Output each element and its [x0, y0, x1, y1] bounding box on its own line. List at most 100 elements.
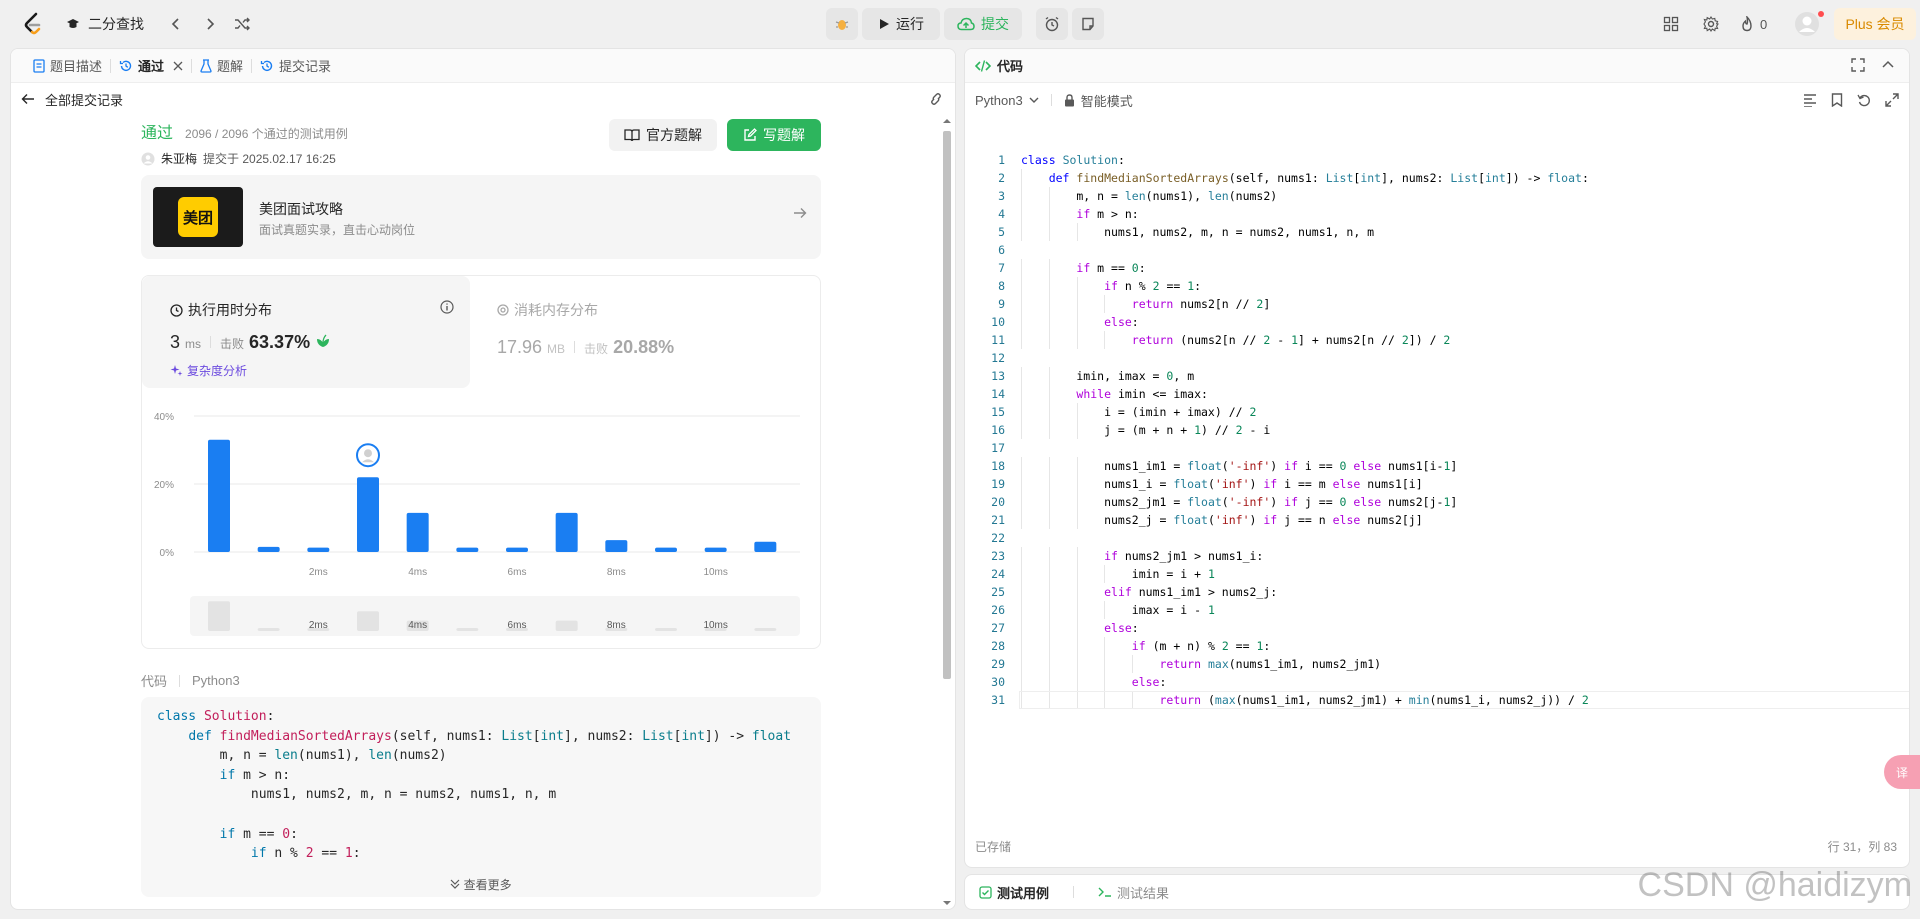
- code-line[interactable]: 1 class Solution:: [965, 151, 1909, 169]
- code-line[interactable]: 15 i = (imin + imax) // 2: [965, 403, 1909, 421]
- status-row: 通过 2096 / 2096 个通过的测试用例: [141, 119, 821, 143]
- notes-button[interactable]: [1072, 8, 1104, 40]
- submit-button[interactable]: 提交: [944, 8, 1022, 40]
- plus-membership-button[interactable]: Plus 会员: [1834, 8, 1916, 40]
- code-line[interactable]: 29 return max(nums1_im1, nums2_jm1): [965, 655, 1909, 673]
- arrow-left-icon[interactable]: [21, 93, 35, 105]
- histogram-bar: [655, 547, 677, 552]
- code-line[interactable]: 25 elif nums1_im1 > nums2_j:: [965, 583, 1909, 601]
- line-number: 4: [998, 207, 1005, 221]
- test-cases-count: 2096 / 2096 个通过的测试用例: [185, 127, 348, 141]
- indent-guide: [1048, 367, 1050, 385]
- code-line[interactable]: 23 if nums2_jm1 > nums1_i:: [965, 547, 1909, 565]
- show-more-button[interactable]: 查看更多: [141, 876, 821, 893]
- smart-mode-toggle[interactable]: 智能模式: [1081, 91, 1133, 110]
- tab-test-result[interactable]: 测试结果: [1098, 883, 1169, 902]
- problem-breadcrumb[interactable]: 二分查找: [66, 14, 144, 34]
- code-line[interactable]: 26 imax = i - 1: [965, 601, 1909, 619]
- line-code: return (nums2[n // 2 - 1] + nums2[n // 2…: [1131, 333, 1451, 347]
- leetcode-logo-icon[interactable]: [20, 11, 46, 37]
- code-line[interactable]: 13 imin, imax = 0, m: [965, 367, 1909, 385]
- code-line[interactable]: 27 else:: [965, 619, 1909, 637]
- layout-button[interactable]: [1660, 13, 1682, 35]
- bookmark-icon[interactable]: [1831, 93, 1843, 107]
- complexity-analysis-link[interactable]: 复杂度分析: [170, 362, 247, 379]
- code-line[interactable]: 5 nums1, nums2, m, n = nums2, nums1, n, …: [965, 223, 1909, 241]
- runtime-title: 执行用时分布: [170, 300, 272, 320]
- settings-button[interactable]: [1700, 13, 1722, 35]
- timer-button[interactable]: [1036, 8, 1068, 40]
- code-editor[interactable]: 1 class Solution: 2 def findMedianSortedAr…: [965, 121, 1909, 821]
- streak-counter[interactable]: 0: [1740, 13, 1774, 35]
- close-icon[interactable]: [173, 61, 183, 71]
- promo-banner[interactable]: 美团 美团面试攻略 面试真题实录，直击心动岗位: [141, 175, 821, 259]
- all-submissions-link[interactable]: 全部提交记录: [45, 90, 123, 109]
- code-line[interactable]: 30 else:: [965, 673, 1909, 691]
- user-avatar-button[interactable]: [1794, 11, 1824, 37]
- tab-testcase[interactable]: 测试用例: [979, 883, 1049, 902]
- official-solution-button[interactable]: 官方题解: [609, 119, 717, 151]
- chevron-down-icon[interactable]: [1029, 96, 1039, 104]
- language-selector[interactable]: Python3: [975, 93, 1023, 108]
- code-line[interactable]: 10 else:: [965, 313, 1909, 331]
- scroll-down-icon[interactable]: [942, 899, 952, 907]
- tab-solutions[interactable]: 题解: [192, 49, 251, 83]
- write-solution-button[interactable]: 写题解: [727, 119, 821, 151]
- code-line[interactable]: 11 return (nums2[n // 2 - 1] + nums2[n /…: [965, 331, 1909, 349]
- editor-panel: 代码 Python3 智能模式 1 class Solution: 2 def fi…: [964, 48, 1910, 868]
- submitter-name[interactable]: 朱亚梅: [161, 150, 197, 167]
- code-line[interactable]: 19 nums1_i = float('inf') if i == m else…: [965, 475, 1909, 493]
- code-line[interactable]: 24 imin = i + 1: [965, 565, 1909, 583]
- random-problem-button[interactable]: [232, 14, 252, 34]
- code-line[interactable]: 3 m, n = len(nums1), len(nums2): [965, 187, 1909, 205]
- code-line[interactable]: 20 nums2_jm1 = float('-inf') if j == 0 e…: [965, 493, 1909, 511]
- code-line[interactable]: 2 def findMedianSortedArrays(self, nums1…: [965, 169, 1909, 187]
- expand-icon[interactable]: [1885, 93, 1899, 107]
- code-line[interactable]: 22: [965, 529, 1909, 547]
- scrollbar-thumb[interactable]: [943, 131, 951, 679]
- code-line[interactable]: 9 return nums2[n // 2]: [965, 295, 1909, 313]
- line-number: 21: [991, 513, 1005, 527]
- left-scrollbar[interactable]: [941, 117, 953, 907]
- submit-time: 提交于 2025.02.17 16:25: [203, 152, 336, 166]
- collapse-icon[interactable]: [1881, 58, 1895, 72]
- indent-guide: [1076, 421, 1078, 439]
- link-icon[interactable]: [927, 91, 945, 107]
- tab-description[interactable]: 题目描述: [25, 49, 110, 83]
- line-number: 3: [998, 189, 1005, 203]
- info-icon[interactable]: [440, 300, 454, 314]
- prev-problem-button[interactable]: [166, 14, 186, 34]
- indent-guide: [1048, 277, 1050, 295]
- line-code: if m > n:: [1076, 207, 1139, 221]
- runtime-distribution-chart[interactable]: 0% 20% 40% 2ms 2ms 4ms 4ms 6ms 6ms 8ms 8ms 10ms 10ms: [150, 396, 810, 646]
- run-button[interactable]: 运行: [862, 8, 940, 40]
- code-line[interactable]: 12: [965, 349, 1909, 367]
- code-line[interactable]: 8 if n % 2 == 1:: [965, 277, 1909, 295]
- code-line[interactable]: 7 if m == 0:: [965, 259, 1909, 277]
- indent-guide: [1021, 601, 1022, 619]
- play-icon: [880, 19, 889, 29]
- code-line[interactable]: 16 j = (m + n + 1) // 2 - i: [965, 421, 1909, 439]
- code-line[interactable]: 18 nums1_im1 = float('-inf') if i == 0 e…: [965, 457, 1909, 475]
- tab-accepted[interactable]: 通过: [111, 49, 191, 83]
- overview-tick-label: 6ms: [508, 620, 527, 631]
- debug-button[interactable]: [826, 8, 858, 40]
- tab-submissions-label: 提交记录: [279, 59, 332, 74]
- runtime-card[interactable]: 执行用时分布 3 ms 击败 63.37% 复杂度分析: [142, 276, 470, 388]
- alarm-clock-icon: [1045, 16, 1059, 32]
- code-line[interactable]: 14 while imin <= imax:: [965, 385, 1909, 403]
- reset-icon[interactable]: [1857, 93, 1871, 107]
- format-icon[interactable]: [1803, 93, 1817, 107]
- code-line[interactable]: 21 nums2_j = float('inf') if j == n else…: [965, 511, 1909, 529]
- cursor-position: 行 31，列 83: [1827, 840, 1897, 854]
- code-line[interactable]: 28 if (m + n) % 2 == 1:: [965, 637, 1909, 655]
- memory-card[interactable]: 消耗内存分布 17.96 MB 击败 20.88%: [497, 300, 674, 358]
- fullscreen-icon[interactable]: [1851, 58, 1865, 72]
- tab-submissions[interactable]: 提交记录: [252, 49, 339, 83]
- next-problem-button[interactable]: [200, 14, 220, 34]
- scroll-up-icon[interactable]: [942, 117, 952, 125]
- translate-badge[interactable]: 译: [1884, 755, 1920, 789]
- code-line[interactable]: 4 if m > n:: [965, 205, 1909, 223]
- code-line[interactable]: 6: [965, 241, 1909, 259]
- code-line[interactable]: 17: [965, 439, 1909, 457]
